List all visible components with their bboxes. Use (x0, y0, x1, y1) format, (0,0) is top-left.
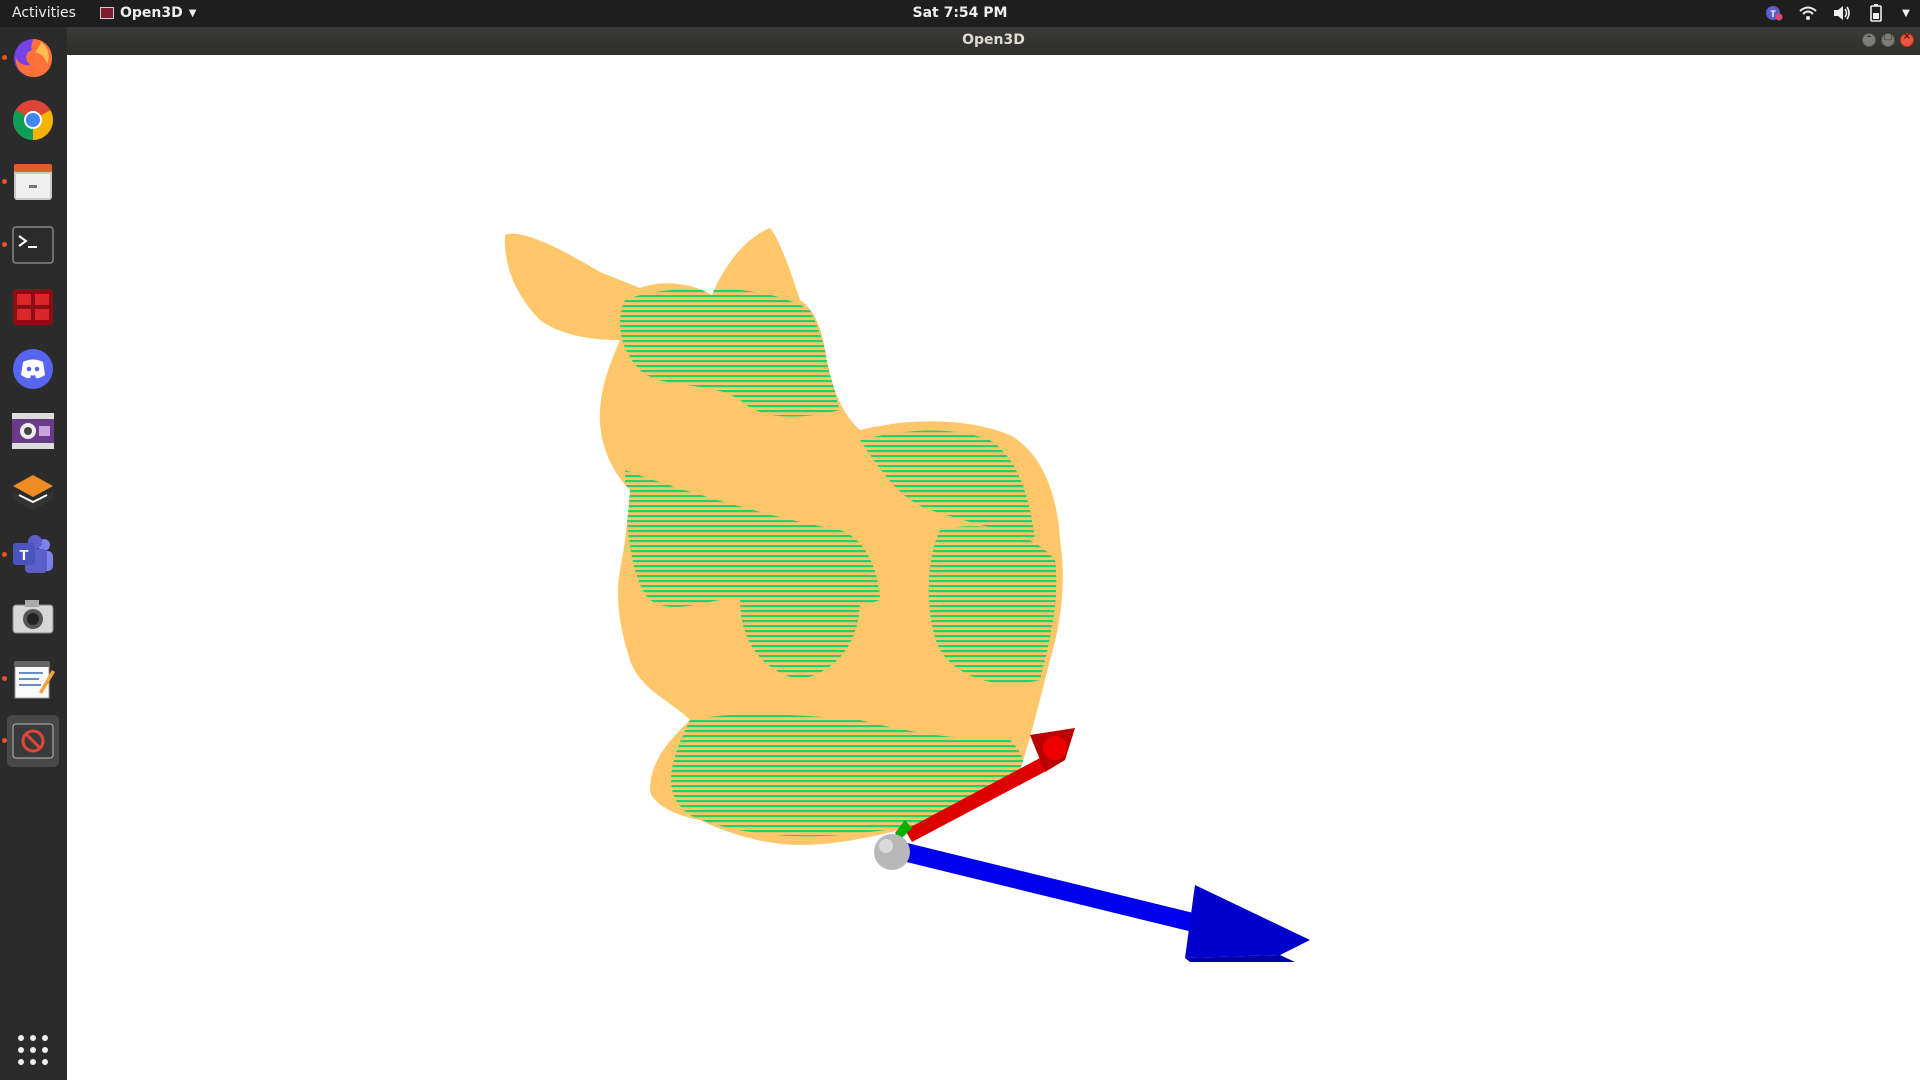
activities-button[interactable]: Activities (12, 5, 76, 21)
battery-icon[interactable] (1866, 3, 1886, 23)
system-tray: T ▼ (1764, 3, 1912, 23)
dock-item-teams[interactable]: T (7, 529, 59, 581)
svg-text:T: T (1770, 9, 1776, 19)
point-cloud-scene (504, 228, 1310, 962)
app-menu[interactable]: Open3D ▼ (100, 5, 196, 21)
terminal-icon (12, 226, 54, 264)
maximize-button[interactable]: □ (1881, 31, 1895, 47)
wifi-icon[interactable] (1798, 3, 1818, 23)
dock-item-terminal[interactable] (7, 219, 59, 271)
axis-z-arrow (890, 840, 1310, 962)
dock-item-open3d[interactable] (7, 715, 59, 767)
show-applications-button[interactable] (13, 1030, 53, 1070)
running-indicator (2, 738, 7, 743)
app-grid-icon (18, 1035, 48, 1065)
dock-item-camera[interactable] (7, 591, 59, 643)
open3d-viewport[interactable] (67, 55, 1920, 1080)
running-indicator (2, 242, 7, 247)
chrome-icon (13, 100, 53, 140)
window-titlebar[interactable]: Open3D – □ × (67, 27, 1920, 55)
app-menu-label: Open3D (120, 5, 183, 21)
video-recorder-icon (12, 413, 54, 449)
volume-icon[interactable] (1832, 3, 1852, 23)
dock-item-discord[interactable] (7, 343, 59, 395)
point-cloud-bunny (504, 228, 1063, 845)
close-button[interactable]: × (1900, 31, 1914, 47)
window-title: Open3D (962, 32, 1025, 48)
running-indicator (2, 179, 7, 184)
dock-item-text-editor[interactable] (7, 653, 59, 705)
dock-item-chrome[interactable] (7, 94, 59, 146)
dock-item-red-app[interactable] (7, 281, 59, 333)
teams-tray-icon[interactable]: T (1764, 3, 1784, 23)
system-menu-chevron-icon[interactable]: ▼ (1900, 3, 1912, 23)
running-indicator (2, 55, 7, 60)
dock-item-files[interactable] (7, 156, 59, 208)
camera-icon (12, 600, 54, 634)
dock-item-firefox[interactable] (7, 32, 59, 84)
top-bar: Activities Open3D ▼ Sat 7:54 PM T ▼ (0, 0, 1920, 27)
chevron-down-icon: ▼ (188, 7, 197, 19)
dock-item-video-recorder[interactable] (7, 405, 59, 457)
dock-item-layers-app[interactable] (7, 467, 59, 519)
text-editor-icon (14, 661, 55, 699)
origin-sphere (874, 834, 910, 870)
monitor-app-icon (13, 289, 53, 325)
clock[interactable]: Sat 7:54 PM (913, 5, 1008, 21)
layers-icon (13, 475, 53, 510)
window-controls: – □ × (1862, 31, 1914, 47)
running-indicator (2, 552, 7, 557)
teams-icon: T (13, 535, 53, 573)
svg-text:T: T (19, 547, 28, 564)
discord-icon (13, 349, 53, 389)
clock-container: Sat 7:54 PM (0, 5, 1920, 21)
dock: T (0, 27, 67, 1080)
minimize-button[interactable]: – (1862, 31, 1876, 47)
firefox-icon (14, 39, 53, 78)
open3d-icon (12, 723, 54, 759)
running-indicator (2, 676, 7, 681)
file-cabinet-icon (14, 164, 52, 200)
open3d-app-icon (100, 7, 114, 19)
